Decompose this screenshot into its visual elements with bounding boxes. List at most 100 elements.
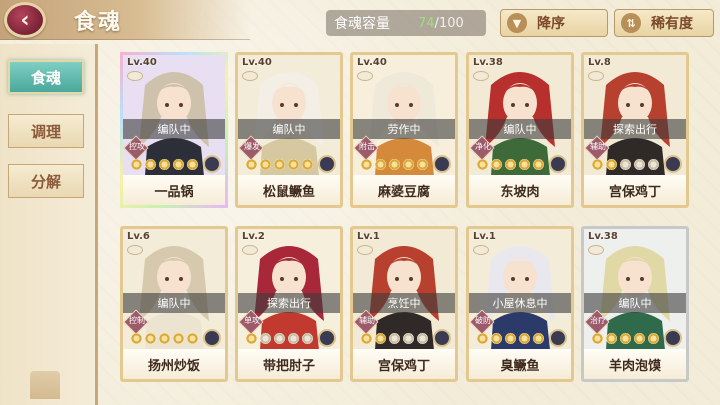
character-name: 带把肘子 xyxy=(238,349,340,379)
status-badge: 探索出行 xyxy=(238,293,340,313)
star-ring-icon xyxy=(361,333,372,344)
star-ring-icon xyxy=(302,333,313,344)
star-ring-icon xyxy=(187,333,198,344)
sort-rarity-button[interactable]: ⇅ 稀有度 xyxy=(614,9,714,37)
star-ring-icon xyxy=(389,333,400,344)
star-ring-icon xyxy=(389,159,400,170)
element-badge-icon xyxy=(664,155,682,173)
star-ring-icon xyxy=(634,159,645,170)
food-soul-card[interactable]: Lv.2 探索出行 单攻 带把肘子 xyxy=(235,226,343,382)
star-ring-icon xyxy=(648,159,659,170)
star-ring-icon xyxy=(477,159,488,170)
element-badge-icon xyxy=(664,329,682,347)
capacity-max: 100 xyxy=(438,15,464,31)
level-label: Lv.38 xyxy=(588,231,618,242)
star-ring-icon xyxy=(159,159,170,170)
back-arrow-icon: ‹ xyxy=(20,7,30,33)
sort-arrows-icon: ⇅ xyxy=(621,13,641,33)
star-rating xyxy=(246,159,313,170)
star-ring-icon xyxy=(592,333,603,344)
character-name: 扬州炒饭 xyxy=(123,349,225,379)
star-ring-icon xyxy=(173,333,184,344)
lantern-decoration xyxy=(30,371,60,399)
star-ring-icon xyxy=(505,159,516,170)
element-badge-icon xyxy=(433,329,451,347)
star-ring-icon xyxy=(375,159,386,170)
star-ring-icon xyxy=(403,333,414,344)
food-soul-card[interactable]: Lv.8 探索出行 辅助 宫保鸡丁 xyxy=(581,52,689,208)
status-badge: 编队中 xyxy=(123,293,225,313)
star-ring-icon xyxy=(159,333,170,344)
capacity-used: 74 xyxy=(418,15,435,31)
status-badge: 探索出行 xyxy=(584,119,686,139)
star-ring-icon xyxy=(533,333,544,344)
star-ring-icon xyxy=(145,333,156,344)
element-badge-icon xyxy=(318,329,336,347)
back-button[interactable]: ‹ xyxy=(4,2,46,38)
sidebar-item-decompose[interactable]: 分解 xyxy=(8,164,84,198)
role-label: 辅助 xyxy=(359,316,375,325)
star-ring-icon xyxy=(361,159,372,170)
star-ring-icon xyxy=(417,159,428,170)
character-name: 宫保鸡丁 xyxy=(353,349,455,379)
star-rating xyxy=(592,159,659,170)
star-ring-icon xyxy=(260,159,271,170)
star-ring-icon xyxy=(173,159,184,170)
food-soul-card[interactable]: Lv.38 编队中 净化 东坡肉 xyxy=(466,52,574,208)
food-soul-card[interactable]: Lv.40 编队中 控攻 一品锅 xyxy=(120,52,228,208)
cloud-icon xyxy=(127,245,143,255)
status-badge: 编队中 xyxy=(584,293,686,313)
star-ring-icon xyxy=(274,333,285,344)
star-ring-icon xyxy=(274,159,285,170)
sort-order-button[interactable]: ▼ 降序 xyxy=(500,9,608,37)
status-badge: 编队中 xyxy=(469,119,571,139)
sidebar-item-label: 食魂 xyxy=(30,68,61,87)
top-bar: ‹ 食魂 食魂容量 74 / 100 ▼ 降序 ⇅ 稀有度 xyxy=(0,0,720,44)
sort-order-label: 降序 xyxy=(537,16,565,32)
food-soul-card[interactable]: Lv.40 劳作中 附击 麻婆豆腐 xyxy=(350,52,458,208)
food-soul-card[interactable]: Lv.1 小屋休息中 破防 臭鳜鱼 xyxy=(466,226,574,382)
star-ring-icon xyxy=(417,333,428,344)
sidebar-item-label: 调理 xyxy=(30,122,61,141)
food-soul-card[interactable]: Lv.38 编队中 治疗 羊肉泡馍 xyxy=(581,226,689,382)
element-badge-icon xyxy=(203,329,221,347)
level-label: Lv.40 xyxy=(242,57,272,68)
star-ring-icon xyxy=(302,159,313,170)
status-badge: 编队中 xyxy=(123,119,225,139)
element-badge-icon xyxy=(203,155,221,173)
star-rating xyxy=(361,159,428,170)
character-name: 臭鳜鱼 xyxy=(469,349,571,379)
star-ring-icon xyxy=(403,159,414,170)
star-ring-icon xyxy=(606,333,617,344)
level-label: Lv.1 xyxy=(473,231,496,242)
food-soul-card[interactable]: Lv.40 编队中 爆发 松鼠鳜鱼 xyxy=(235,52,343,208)
star-ring-icon xyxy=(620,333,631,344)
food-soul-card[interactable]: Lv.6 编队中 控制 扬州炒饭 xyxy=(120,226,228,382)
level-label: Lv.40 xyxy=(127,57,157,68)
sidebar-item-label: 分解 xyxy=(30,172,61,191)
sidebar-item-conditioning[interactable]: 调理 xyxy=(8,114,84,148)
star-ring-icon xyxy=(519,333,530,344)
star-ring-icon xyxy=(592,159,603,170)
page-title: 食魂 xyxy=(74,9,123,35)
role-label: 附击 xyxy=(359,142,375,151)
sort-rarity-label: 稀有度 xyxy=(651,16,693,32)
role-label: 控攻 xyxy=(129,142,145,151)
star-rating xyxy=(361,333,428,344)
star-ring-icon xyxy=(505,333,516,344)
cloud-icon xyxy=(242,245,258,255)
star-ring-icon xyxy=(491,159,502,170)
element-badge-icon xyxy=(549,329,567,347)
star-ring-icon xyxy=(648,333,659,344)
star-ring-icon xyxy=(533,159,544,170)
star-ring-icon xyxy=(519,159,530,170)
star-rating xyxy=(592,333,659,344)
star-rating xyxy=(477,159,544,170)
food-soul-card[interactable]: Lv.1 烹饪中 辅助 宫保鸡丁 xyxy=(350,226,458,382)
role-label: 爆发 xyxy=(244,142,260,151)
sidebar: 食魂 调理 分解 xyxy=(0,44,98,405)
star-ring-icon xyxy=(260,333,271,344)
element-badge-icon xyxy=(549,155,567,173)
sidebar-item-soul[interactable]: 食魂 xyxy=(8,60,84,94)
star-ring-icon xyxy=(606,159,617,170)
